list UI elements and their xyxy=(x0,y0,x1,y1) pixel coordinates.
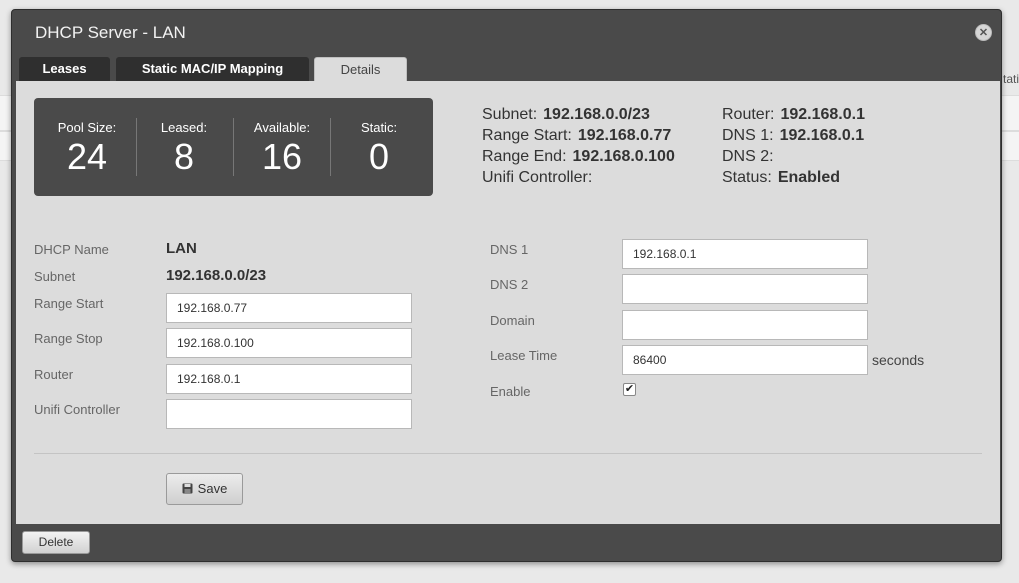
summary-unifi-controller: Unifi Controller: xyxy=(482,167,675,188)
lease-time-label: Lease Time xyxy=(490,348,558,363)
stat-leased: Leased: 8 xyxy=(135,120,233,177)
lease-time-input[interactable] xyxy=(622,345,868,375)
subnet-label: Subnet xyxy=(34,269,76,284)
form-divider xyxy=(34,453,982,454)
subnet-value: 192.168.0.0/23 xyxy=(166,267,267,284)
range-stop-input[interactable] xyxy=(166,328,412,358)
tab-details[interactable]: Details xyxy=(314,57,407,81)
stat-value: 8 xyxy=(173,136,195,177)
summary-value: 192.168.0.100 xyxy=(572,148,675,165)
close-icon[interactable]: ✕ xyxy=(975,24,992,41)
summary-label: Range Start: xyxy=(482,127,572,144)
summary-dns1: DNS 1: 192.168.0.1 xyxy=(722,125,865,146)
summary-left: Subnet: 192.168.0.0/23 Range Start: 192.16… xyxy=(482,104,675,188)
stat-pool-size: Pool Size: 24 xyxy=(38,120,136,177)
summary-range-start: Range Start: 192.168.0.77 xyxy=(482,125,675,146)
stat-static: Static: 0 xyxy=(330,120,428,177)
dns1-label: DNS 1 xyxy=(490,242,529,257)
summary-label: DNS 2: xyxy=(722,148,774,165)
summary-value: 192.168.0.1 xyxy=(779,127,865,144)
delete-button[interactable]: Delete xyxy=(22,531,90,554)
domain-label: Domain xyxy=(490,313,535,328)
save-button[interactable]: Save xyxy=(166,473,243,505)
domain-input[interactable] xyxy=(622,310,868,340)
lease-time-unit: seconds xyxy=(872,352,925,368)
summary-right: Router: 192.168.0.1 DNS 1: 192.168.0.1 DNS… xyxy=(722,104,865,188)
summary-subnet: Subnet: 192.168.0.0/23 xyxy=(482,104,675,125)
stat-available: Available: 16 xyxy=(233,120,331,177)
summary-label: Status: xyxy=(722,169,772,186)
summary-label: DNS 1: xyxy=(722,127,774,144)
save-button-label: Save xyxy=(197,481,228,496)
dns2-input[interactable] xyxy=(622,274,868,304)
dhcp-name-label: DHCP Name xyxy=(34,242,109,257)
dhcp-server-dialog: DHCP Server - LAN ✕ Leases Static MAC/IP… xyxy=(11,9,1002,562)
stat-value: 0 xyxy=(368,136,390,177)
stat-label: Static: xyxy=(360,120,398,135)
background-column-header: tati xyxy=(1002,72,1019,86)
stat-label: Leased: xyxy=(160,120,208,135)
summary-label: Range End: xyxy=(482,148,567,165)
dns1-input[interactable] xyxy=(622,239,868,269)
summary-range-end: Range End: 192.168.0.100 xyxy=(482,146,675,167)
summary-value: Enabled xyxy=(777,169,841,186)
details-panel: Pool Size: 24 Leased: 8 Available: 16 St… xyxy=(16,81,1000,524)
dialog-title-bar[interactable]: DHCP Server - LAN ✕ xyxy=(12,10,1001,54)
summary-value: 192.168.0.77 xyxy=(577,127,672,144)
stat-value: 16 xyxy=(261,136,303,177)
range-start-label: Range Start xyxy=(34,296,104,311)
summary-label: Router: xyxy=(722,106,775,123)
unifi-controller-input[interactable] xyxy=(166,399,412,429)
range-stop-label: Range Stop xyxy=(34,331,103,346)
tab-static-mac-ip-mapping[interactable]: Static MAC/IP Mapping xyxy=(116,57,309,81)
enable-label: Enable xyxy=(490,384,531,399)
dhcp-name-value: LAN xyxy=(166,240,197,257)
stat-label: Pool Size: xyxy=(57,120,117,135)
summary-label: Subnet: xyxy=(482,106,538,123)
unifi-controller-label: Unifi Controller xyxy=(34,402,120,417)
summary-label: Unifi Controller: xyxy=(482,169,593,186)
range-start-input[interactable] xyxy=(166,293,412,323)
pool-stats-box: Pool Size: 24 Leased: 8 Available: 16 St… xyxy=(34,98,433,196)
summary-value: 192.168.0.0/23 xyxy=(543,106,650,123)
dns2-label: DNS 2 xyxy=(490,277,529,292)
dialog-title: DHCP Server - LAN xyxy=(35,23,186,42)
floppy-disk-icon xyxy=(182,483,193,494)
summary-value: 192.168.0.1 xyxy=(780,106,865,123)
stat-label: Available: xyxy=(253,120,311,135)
router-input[interactable] xyxy=(166,364,412,394)
enable-checkbox[interactable]: ✔ xyxy=(623,383,636,396)
dialog-footer: Delete xyxy=(12,524,1001,561)
tab-leases[interactable]: Leases xyxy=(19,57,110,81)
summary-status: Status: Enabled xyxy=(722,167,865,188)
summary-router: Router: 192.168.0.1 xyxy=(722,104,865,125)
summary-dns2: DNS 2: xyxy=(722,146,865,167)
router-label: Router xyxy=(34,367,74,382)
stat-value: 24 xyxy=(66,136,108,177)
